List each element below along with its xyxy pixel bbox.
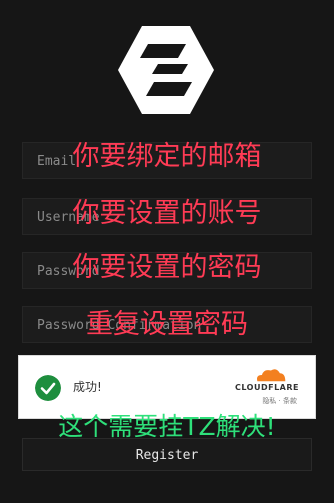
register-button[interactable]: Register — [22, 438, 312, 471]
cloudflare-captcha[interactable]: 成功! CLOUDFLARE 隐私 · 条款 — [18, 355, 316, 419]
cloudflare-logo-icon — [257, 369, 286, 382]
cloudflare-brand: CLOUDFLARE — [235, 383, 299, 392]
password-field[interactable]: Password — [22, 252, 312, 289]
cloudflare-links[interactable]: 隐私 · 条款 — [262, 396, 297, 406]
username-field[interactable]: Username — [22, 198, 312, 235]
email-field[interactable]: Email — [22, 142, 312, 179]
password-confirmation-field[interactable]: Password Confirmation — [22, 306, 312, 343]
checkmark-icon — [35, 375, 61, 401]
captcha-status-text: 成功! — [73, 380, 102, 394]
app-logo-icon — [118, 26, 214, 114]
